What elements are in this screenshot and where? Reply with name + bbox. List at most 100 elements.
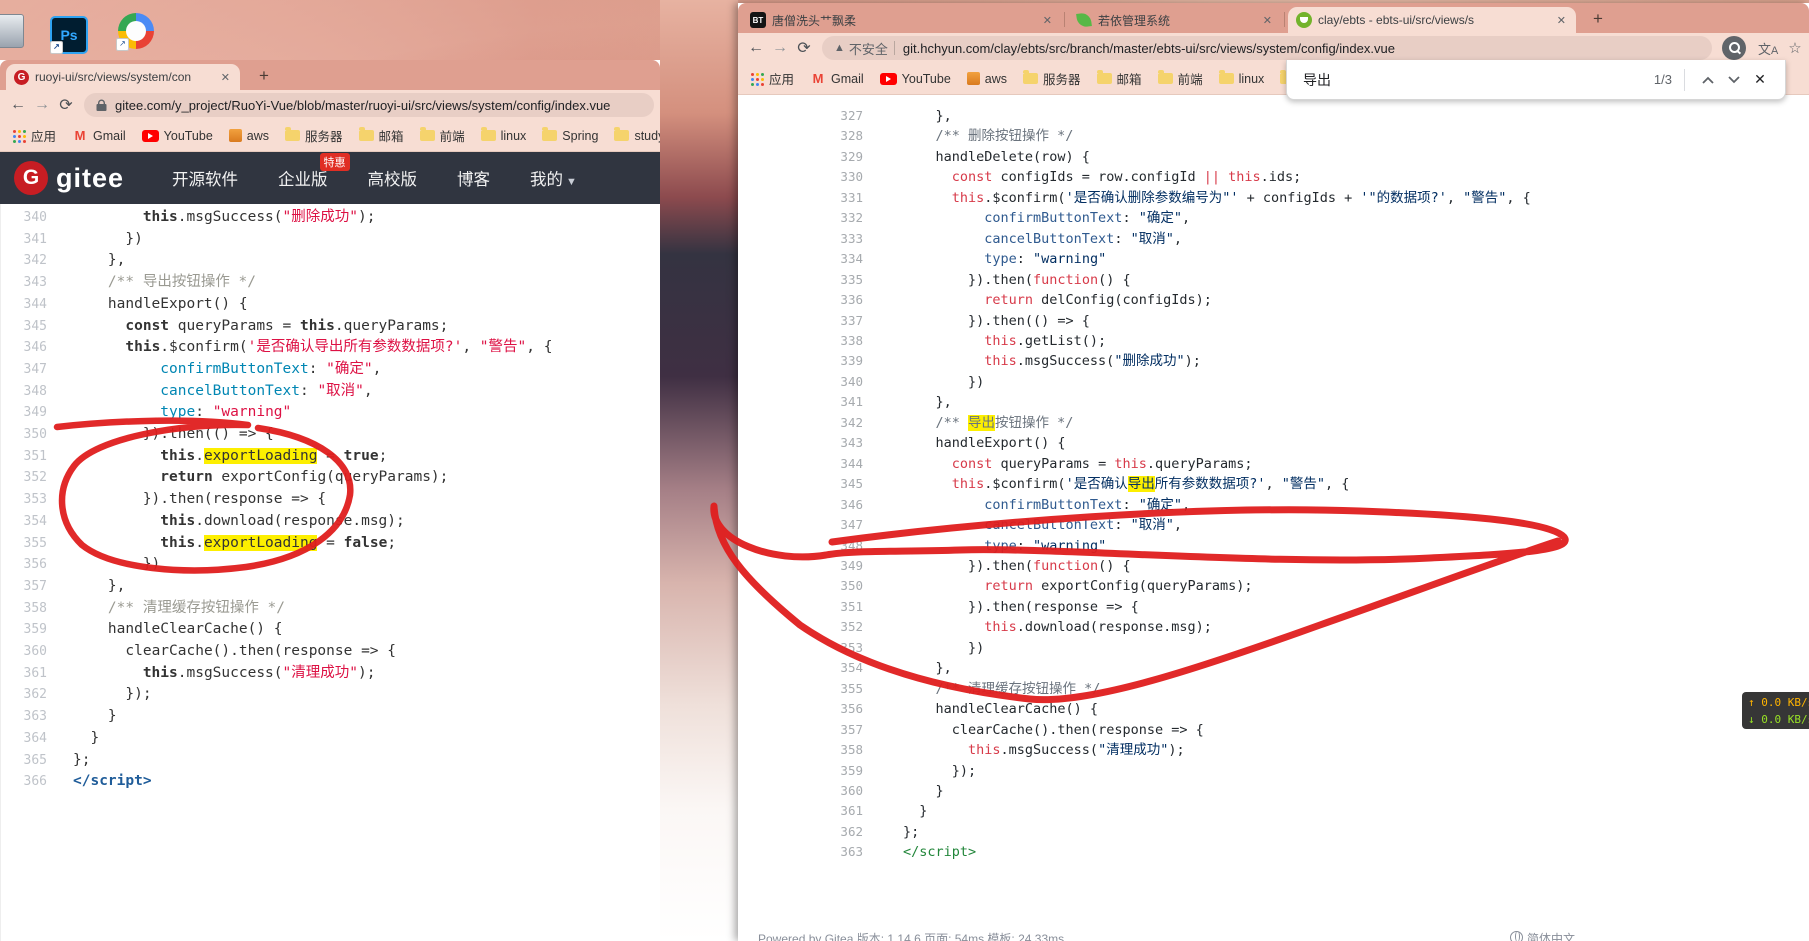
close-tab-icon[interactable]: ✕ bbox=[1041, 14, 1054, 27]
language-selector[interactable]: 简体中文 bbox=[1510, 930, 1575, 941]
new-tab-button[interactable]: + bbox=[1586, 8, 1610, 32]
nav-blog[interactable]: 博客 bbox=[457, 166, 490, 190]
bookmark-item[interactable]: aws bbox=[229, 129, 269, 143]
line-number[interactable]: 327 bbox=[738, 106, 863, 126]
line-number[interactable]: 359 bbox=[738, 761, 863, 781]
line-number[interactable]: 356 bbox=[738, 699, 863, 719]
line-number[interactable]: 341 bbox=[738, 392, 863, 412]
line-number[interactable]: 363 bbox=[738, 842, 863, 862]
line-number[interactable]: 360 bbox=[13, 641, 47, 663]
close-tab-icon[interactable]: ✕ bbox=[219, 71, 232, 84]
tab-ruoyi-admin[interactable]: 若依管理系统 ✕ bbox=[1068, 7, 1282, 33]
bookmark-item[interactable]: Gmail bbox=[72, 128, 126, 144]
nav-opensource[interactable]: 开源软件 bbox=[172, 166, 238, 190]
line-number[interactable]: 365 bbox=[13, 750, 47, 772]
line-number[interactable]: 349 bbox=[13, 402, 47, 424]
search-tabs-icon[interactable] bbox=[1722, 36, 1746, 60]
line-number[interactable]: 346 bbox=[738, 495, 863, 515]
line-number[interactable]: 336 bbox=[738, 290, 863, 310]
line-number[interactable]: 351 bbox=[13, 446, 47, 468]
bookmark-item[interactable]: 应用 bbox=[748, 69, 794, 88]
line-number[interactable]: 347 bbox=[738, 515, 863, 535]
back-button[interactable]: ← bbox=[6, 96, 30, 114]
line-number[interactable]: 349 bbox=[738, 556, 863, 576]
desktop-icon-system[interactable] bbox=[0, 14, 24, 48]
line-number[interactable]: 329 bbox=[738, 147, 863, 167]
line-number[interactable]: 331 bbox=[738, 188, 863, 208]
line-number[interactable]: 343 bbox=[13, 272, 47, 294]
line-number[interactable]: 335 bbox=[738, 270, 863, 290]
forward-button[interactable]: → bbox=[30, 96, 54, 114]
address-bar[interactable]: ▲ 不安全 git.hchyun.com/clay/ebts/src/branc… bbox=[822, 36, 1712, 60]
line-number[interactable]: 357 bbox=[738, 720, 863, 740]
bookmark-star-icon[interactable]: ☆ bbox=[1788, 39, 1801, 57]
line-number[interactable]: 345 bbox=[13, 316, 47, 338]
forward-button[interactable]: → bbox=[768, 39, 792, 57]
line-number[interactable]: 357 bbox=[13, 576, 47, 598]
bookmark-item[interactable]: 邮箱 bbox=[1097, 69, 1142, 88]
bookmark-item[interactable]: YouTube bbox=[880, 72, 951, 86]
tab-ruoyi-config[interactable]: ruoyi-ui/src/views/system/con ✕ bbox=[6, 64, 240, 90]
line-number[interactable]: 341 bbox=[13, 229, 47, 251]
line-number[interactable]: 340 bbox=[13, 207, 47, 229]
line-number[interactable]: 338 bbox=[738, 331, 863, 351]
bookmark-item[interactable]: Gmail bbox=[810, 71, 864, 87]
bookmark-item[interactable]: aws bbox=[967, 72, 1007, 86]
line-number[interactable]: 354 bbox=[738, 658, 863, 678]
line-number[interactable]: 362 bbox=[738, 822, 863, 842]
bookmark-item[interactable]: 服务器 bbox=[1023, 69, 1081, 88]
line-number[interactable]: 342 bbox=[13, 250, 47, 272]
line-number[interactable]: 348 bbox=[13, 381, 47, 403]
reload-button[interactable]: ⟳ bbox=[792, 38, 816, 58]
nav-mine[interactable]: 我的▼ bbox=[530, 166, 577, 190]
close-tab-icon[interactable]: ✕ bbox=[1261, 14, 1274, 27]
photoshop-icon[interactable] bbox=[50, 16, 88, 54]
line-number[interactable]: 337 bbox=[738, 311, 863, 331]
line-number[interactable]: 344 bbox=[13, 294, 47, 316]
bookmark-item[interactable]: 邮箱 bbox=[359, 126, 404, 145]
bookmark-item[interactable]: 服务器 bbox=[285, 126, 343, 145]
find-input[interactable]: 导出 bbox=[1303, 70, 1654, 90]
line-number[interactable]: 352 bbox=[738, 617, 863, 637]
close-tab-icon[interactable]: ✕ bbox=[1555, 14, 1568, 27]
line-number[interactable]: 351 bbox=[738, 597, 863, 617]
network-speed-widget[interactable]: ↑ 0.0 KB/s ↓ 0.0 KB/s bbox=[1742, 692, 1809, 729]
bookmark-item[interactable]: linux bbox=[481, 129, 527, 143]
nav-enterprise[interactable]: 企业版特惠 bbox=[278, 166, 328, 190]
line-number[interactable]: 333 bbox=[738, 229, 863, 249]
bookmark-item[interactable]: Spring bbox=[542, 129, 598, 143]
new-tab-button[interactable]: + bbox=[252, 65, 276, 89]
bookmark-item[interactable]: 前端 bbox=[1158, 69, 1203, 88]
line-number[interactable]: 366 bbox=[13, 771, 47, 793]
line-number[interactable]: 363 bbox=[13, 706, 47, 728]
line-number[interactable]: 340 bbox=[738, 372, 863, 392]
line-number[interactable]: 353 bbox=[13, 489, 47, 511]
find-previous-icon[interactable] bbox=[1695, 72, 1721, 87]
bookmark-item[interactable]: linux bbox=[1219, 72, 1265, 86]
reload-button[interactable]: ⟳ bbox=[54, 95, 78, 115]
bookmark-item[interactable]: 应用 bbox=[10, 126, 56, 145]
line-number[interactable]: 332 bbox=[738, 208, 863, 228]
line-number[interactable]: 342 bbox=[738, 413, 863, 433]
line-number[interactable]: 358 bbox=[738, 740, 863, 760]
line-number[interactable]: 364 bbox=[13, 728, 47, 750]
line-number[interactable]: 348 bbox=[738, 536, 863, 556]
line-number[interactable]: 344 bbox=[738, 454, 863, 474]
line-number[interactable]: 356 bbox=[13, 554, 47, 576]
gitee-wordmark[interactable]: gitee bbox=[56, 163, 124, 194]
line-number[interactable]: 330 bbox=[738, 167, 863, 187]
line-number[interactable]: 343 bbox=[738, 433, 863, 453]
bookmark-item[interactable]: study bbox=[614, 129, 660, 143]
line-number[interactable]: 328 bbox=[738, 126, 863, 146]
line-number[interactable]: 361 bbox=[13, 663, 47, 685]
line-number[interactable]: 346 bbox=[13, 337, 47, 359]
tab-bilibili[interactable]: 唐僧洗头艹飘柔 ✕ bbox=[742, 7, 1062, 33]
line-number[interactable]: 350 bbox=[738, 576, 863, 596]
close-find-icon[interactable]: ✕ bbox=[1747, 71, 1773, 88]
line-number[interactable]: 360 bbox=[738, 781, 863, 801]
line-number[interactable]: 359 bbox=[13, 619, 47, 641]
line-number[interactable]: 350 bbox=[13, 424, 47, 446]
line-number[interactable]: 355 bbox=[738, 679, 863, 699]
bookmark-item[interactable]: YouTube bbox=[142, 129, 213, 143]
line-number[interactable]: 354 bbox=[13, 511, 47, 533]
